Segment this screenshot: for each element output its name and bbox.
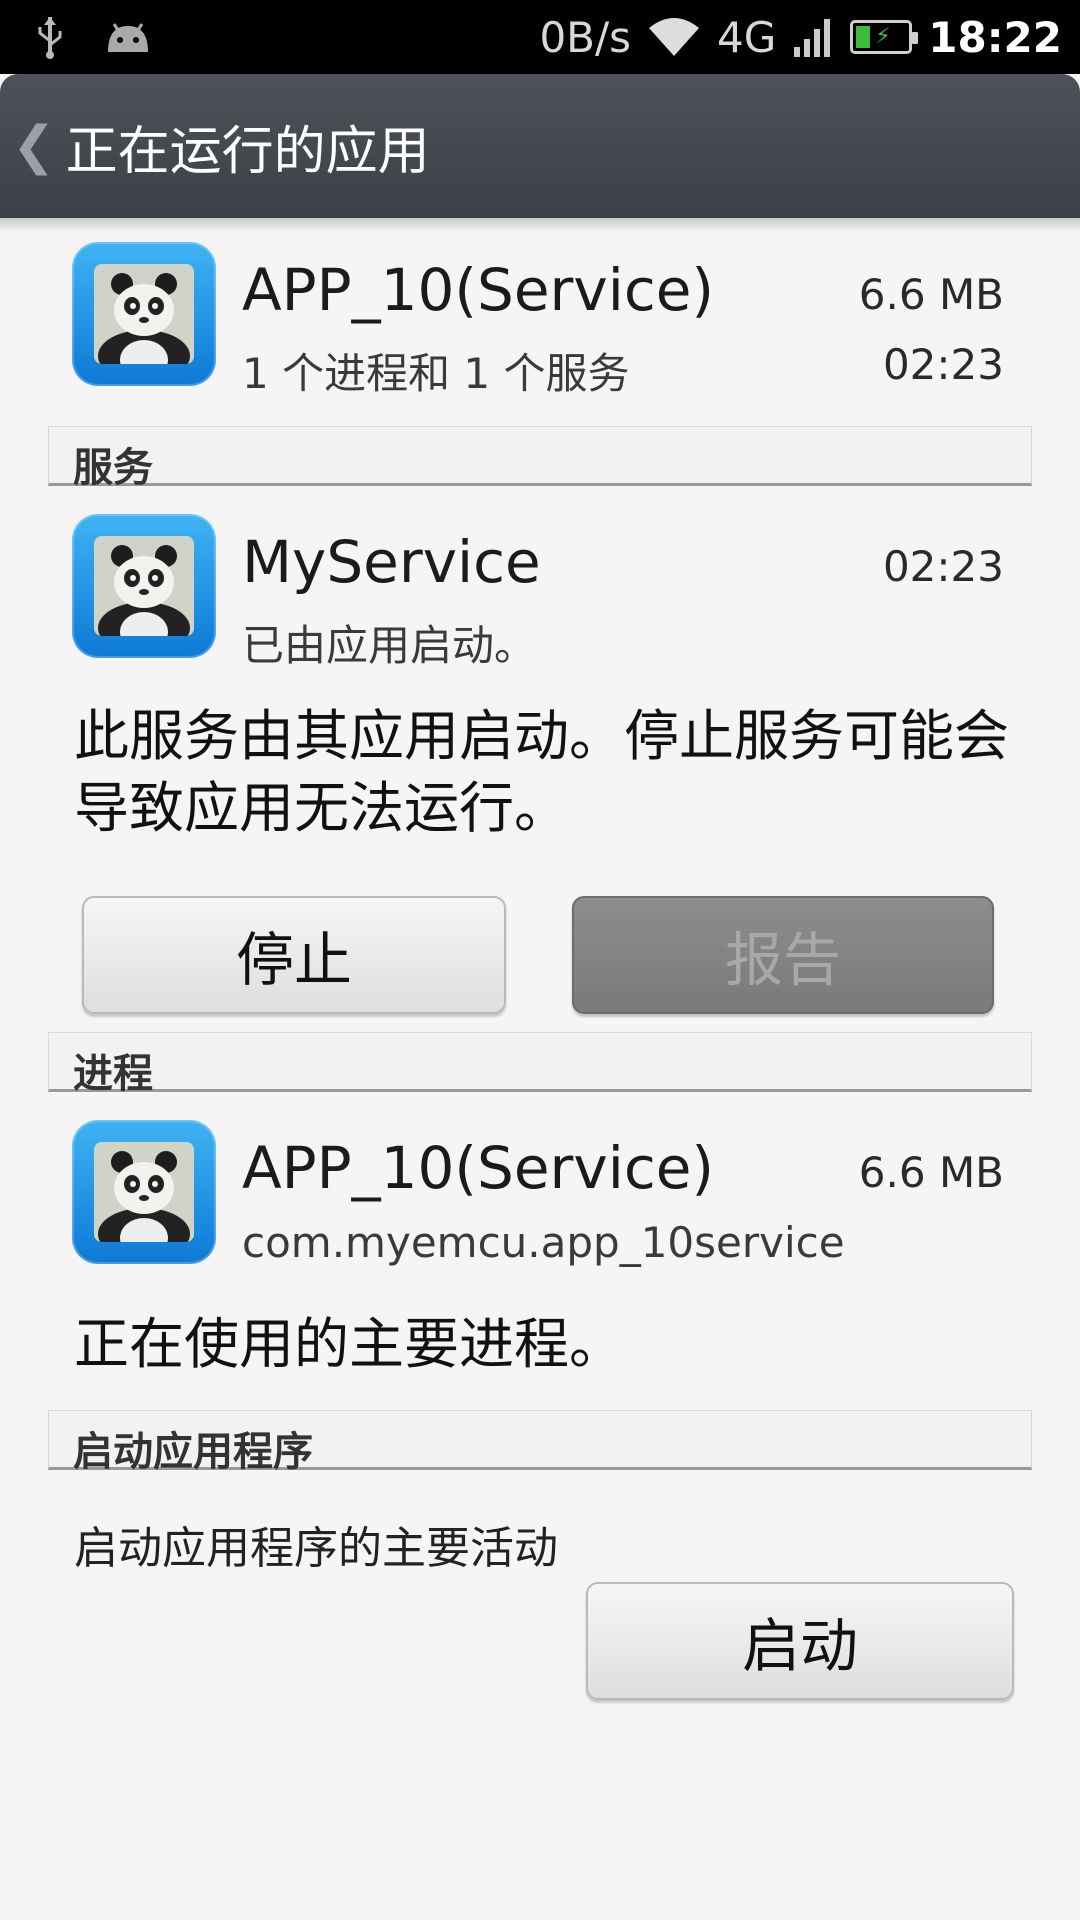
- launch-section-header: 启动应用程序: [48, 1410, 1032, 1475]
- wifi-icon: [649, 18, 700, 56]
- process-memory-size: 6.6 MB: [858, 1148, 1004, 1197]
- services-section-header: 服务: [48, 426, 1032, 491]
- android-debug-icon: [108, 23, 148, 52]
- process-package: com.myemcu.app_10service: [242, 1218, 845, 1267]
- service-name: MyService: [242, 528, 541, 596]
- app-memory-size: 6.6 MB: [858, 270, 1004, 319]
- app-run-time: 02:23: [882, 340, 1004, 389]
- action-bar-shadow: [0, 218, 1080, 232]
- process-section-title: 进程: [73, 1051, 153, 1097]
- process-name: APP_10(Service): [242, 1134, 715, 1202]
- service-status: 已由应用启动。: [242, 621, 537, 670]
- service-description: 此服务由其应用启动。停止服务可能会导致应用无法运行。: [74, 704, 1010, 840]
- action-bar: ❮ 正在运行的应用: [0, 74, 1080, 218]
- app-summary: 1 个进程和 1 个服务: [242, 349, 630, 398]
- usb-icon: [38, 17, 62, 59]
- service-run-time: 02:23: [882, 542, 1004, 591]
- panda-service-icon: [72, 514, 216, 658]
- launch-description: 启动应用程序的主要活动: [74, 1523, 558, 1574]
- page-title[interactable]: 正在运行的应用: [66, 109, 430, 184]
- back-chevron-icon[interactable]: ❮: [12, 116, 56, 176]
- stop-button[interactable]: 停止: [82, 896, 506, 1014]
- launch-button[interactable]: 启动: [586, 1582, 1014, 1700]
- process-section-header: 进程: [48, 1032, 1032, 1097]
- app-name: APP_10(Service): [242, 256, 715, 324]
- status-bar: 0B/s 4G ⚡ 18:22: [0, 0, 1080, 74]
- services-section-title: 服务: [73, 445, 153, 491]
- process-description: 正在使用的主要进程。: [74, 1312, 625, 1376]
- net-speed: 0B/s: [539, 12, 632, 62]
- panda-app-icon: [72, 242, 216, 386]
- report-button[interactable]: 报告: [572, 896, 994, 1014]
- clock: 18:22: [928, 12, 1062, 62]
- signal-icon: [794, 19, 831, 57]
- network-type: 4G: [717, 12, 777, 62]
- battery-charging-icon: ⚡: [850, 20, 919, 54]
- launch-section-title: 启动应用程序: [73, 1429, 313, 1475]
- panda-process-icon: [72, 1120, 216, 1264]
